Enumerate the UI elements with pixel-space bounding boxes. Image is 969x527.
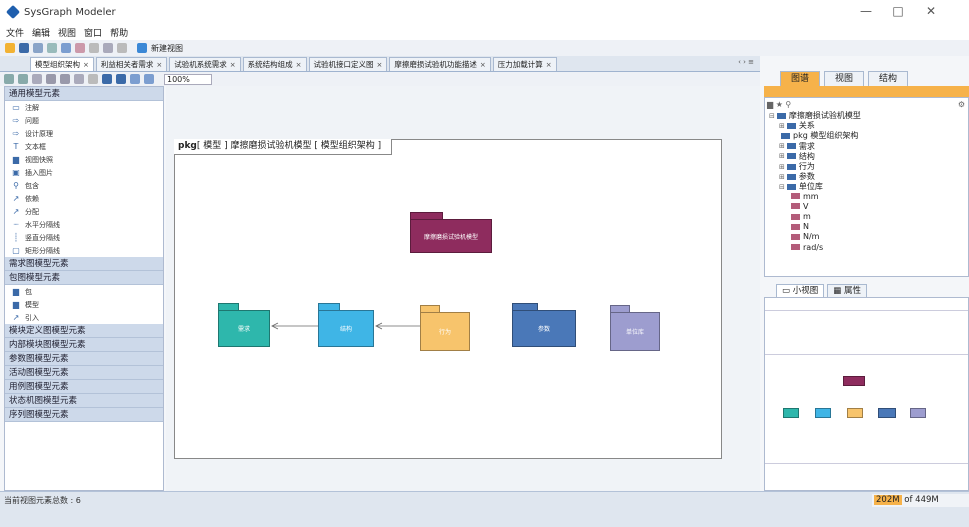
- package-label: 参数: [537, 326, 550, 333]
- folder-icon: [781, 132, 790, 139]
- right-panel-header: [764, 86, 969, 97]
- tree-node[interactable]: N/m: [789, 232, 819, 241]
- right-tab-bar: 图谱 视图 结构: [764, 70, 969, 86]
- package-tab: [318, 303, 341, 310]
- package-body: 行为: [420, 312, 470, 351]
- tree-expand-icon[interactable]: ⊞: [779, 122, 785, 130]
- tree-node-label: m: [803, 212, 811, 221]
- folder-icon: [786, 183, 796, 190]
- mini-view-panel[interactable]: [764, 297, 969, 491]
- package-requirements[interactable]: 需求: [218, 303, 270, 347]
- tree-node[interactable]: V: [789, 202, 808, 211]
- tree-expand-icon[interactable]: ⊞: [779, 173, 785, 181]
- tree-settings-icon[interactable]: ⚙: [958, 100, 965, 109]
- package-label: 需求: [237, 326, 250, 333]
- tree-node[interactable]: rad/s: [789, 243, 823, 252]
- mini-package: [910, 408, 926, 418]
- tab-structure[interactable]: 结构: [868, 71, 909, 86]
- memory-used: 202M: [874, 495, 902, 505]
- tab-label: 小视图: [792, 286, 819, 296]
- tree-node[interactable]: mm: [789, 192, 819, 201]
- tree-expand-icon[interactable]: ⊞: [779, 142, 785, 150]
- folder-icon: [791, 213, 800, 220]
- tree-expand-icon[interactable]: ⊟: [769, 112, 775, 120]
- model-tree: ▆ ★ ⚲ ⚙ ⊟ 摩擦磨损试验机模型 ⊞ 关系 pkg 模型组织架构 ⊞ 需求 ⊞ 结构 ⊞ 行为…: [764, 97, 969, 277]
- mini-package: [815, 408, 831, 418]
- tree-node-label: mm: [803, 191, 819, 201]
- package-label: 摩擦磨损试验机模型: [423, 233, 478, 241]
- folder-icon: [786, 122, 796, 129]
- package-tab: [420, 305, 440, 312]
- tab-label: 属性: [843, 286, 861, 296]
- tree-expand-icon[interactable]: ⊞: [779, 152, 785, 160]
- tree-toolbar: ▆ ★ ⚲: [767, 100, 791, 109]
- folder-icon: [786, 153, 796, 160]
- tree-node-label: N: [803, 222, 809, 232]
- package-body: 单位库: [610, 312, 660, 351]
- mini-package: [843, 376, 865, 386]
- folder-icon: [791, 223, 800, 230]
- package-behavior[interactable]: 行为: [420, 305, 470, 351]
- element-count: 当前视图元素总数 : 6: [4, 496, 81, 505]
- tree-node-label: rad/s: [803, 242, 824, 252]
- package-parameters[interactable]: 参数: [512, 303, 576, 347]
- tree-node[interactable]: m: [789, 212, 811, 221]
- folder-icon: [791, 244, 800, 251]
- package-body: 结构: [318, 310, 374, 347]
- folder-icon: [786, 173, 796, 180]
- folder-icon: [791, 193, 800, 200]
- folder-icon: [791, 233, 800, 240]
- tree-node[interactable]: N: [789, 222, 809, 231]
- package-unit-library[interactable]: 单位库: [610, 305, 660, 351]
- star-icon[interactable]: ★: [776, 100, 783, 109]
- package-root[interactable]: 摩擦磨损试验机模型: [410, 212, 492, 253]
- tab-graph[interactable]: 图谱: [780, 71, 821, 86]
- tab-properties[interactable]: ▦ 属性: [827, 284, 867, 297]
- package-body: 参数: [512, 310, 576, 347]
- package-body: 摩擦磨损试验机模型: [410, 219, 492, 253]
- tree-expand-icon[interactable]: ⊟: [779, 183, 785, 191]
- mini-package: [878, 408, 896, 418]
- package-body: 需求: [218, 310, 270, 347]
- memory-indicator[interactable]: 202M of 449M: [872, 494, 969, 507]
- tab-mini-view[interactable]: ▭ 小视图: [776, 284, 825, 297]
- memory-total: of 449M: [904, 495, 939, 505]
- mini-package: [847, 408, 863, 418]
- package-tab: [512, 303, 538, 310]
- bottom-right-tab-bar: ▭ 小视图 ▦ 属性: [764, 283, 969, 297]
- mini-package: [783, 408, 799, 418]
- search-icon[interactable]: ⚲: [785, 100, 791, 109]
- folder-icon: [786, 143, 796, 150]
- package-structure[interactable]: 结构: [318, 303, 374, 347]
- folder-icon: [791, 203, 800, 210]
- tab-views[interactable]: 视图: [824, 71, 865, 86]
- folder-icon: [776, 112, 786, 119]
- package-tab: [218, 303, 239, 310]
- status-bar: [0, 491, 969, 527]
- folder-icon: [786, 163, 796, 170]
- package-label: 行为: [438, 329, 451, 336]
- package-label: 结构: [339, 326, 352, 333]
- preview-divider: [765, 310, 968, 311]
- package-label: 单位库: [625, 329, 644, 336]
- folder-icon[interactable]: ▆: [767, 100, 773, 109]
- tree-node-label: N/m: [803, 232, 820, 242]
- package-tab: [410, 212, 443, 219]
- tree-expand-icon[interactable]: ⊞: [779, 163, 785, 171]
- package-tab: [610, 305, 630, 312]
- tree-node-label: V: [803, 201, 809, 211]
